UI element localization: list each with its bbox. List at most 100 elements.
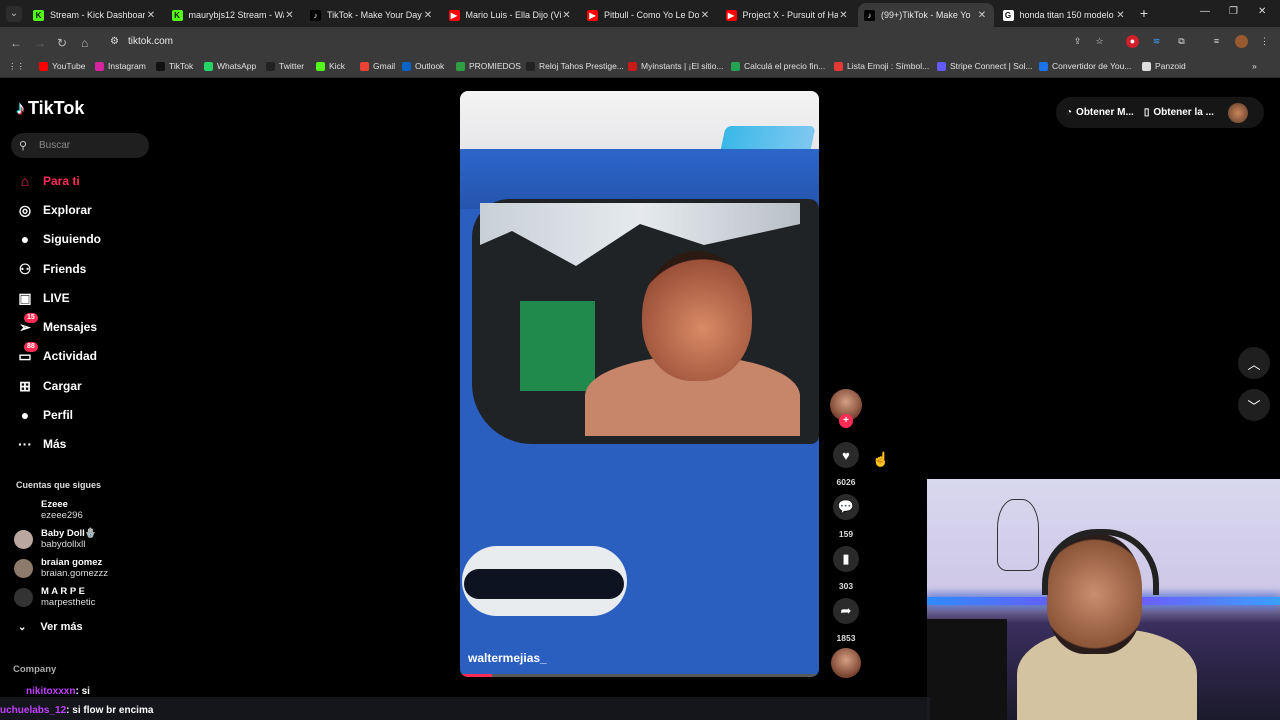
account-handle: ezeee296 [41,510,83,521]
browser-tab[interactable]: ▶ Pitbull - Como Yo Le Doy ✕ [581,3,717,27]
search-input[interactable] [37,139,141,152]
browser-tab[interactable]: K Stream - Kick Dashboard ✕ [27,3,163,27]
logo-text: TikTok [28,98,85,118]
tab-close-icon[interactable]: ✕ [284,10,296,21]
tab-close-icon[interactable]: ✕ [699,10,711,21]
chat-user: nikitoxxxn [26,686,76,697]
following-account[interactable]: M A R P Emarpesthetic [14,586,95,608]
bookmark-item[interactable]: Instagram [95,61,146,71]
heart-icon[interactable]: ♥ [833,442,859,468]
nav-item-cargar[interactable]: ⊞ Cargar [16,375,82,397]
browser-tab[interactable]: Ghonda titan 150 modelo ✕ [997,3,1133,27]
bookmark-item[interactable]: WhatsApp [204,61,256,71]
tab-close-icon[interactable]: ✕ [422,10,434,21]
previous-video-button[interactable]: ︿ [1238,347,1270,379]
tiktok-logo[interactable]: ♪ TikTok [16,98,84,119]
nav-item-para-ti[interactable]: ⌂ Para ti [16,170,80,192]
music-disc-avatar[interactable] [831,648,861,678]
bookmark-star-icon[interactable]: ☆ [1093,35,1106,48]
browser-tab[interactable]: ▶ Mario Luis - Ella Dijo (Vid ✕ [443,3,579,27]
video-progress-bar[interactable] [460,674,819,677]
tab-search-button[interactable]: ⌄ [6,6,22,22]
share-action[interactable]: ➦ 1853 [832,598,860,643]
get-app-button[interactable]: ▯ Obtener la ... [1144,107,1214,118]
close-window-icon[interactable]: ✕ [1258,6,1266,17]
following-account[interactable]: braian gomez braian.gomezzz [14,557,108,579]
bookmark-item[interactable]: Stripe Connect | Sol... [937,61,1033,71]
get-coins-button[interactable]: ◔ Obtener M... [1066,107,1134,118]
reload-icon[interactable]: ↻ [57,36,67,50]
nav-item-m-s[interactable]: ··· Más [16,433,66,455]
new-tab-button[interactable]: + [1136,5,1152,21]
save-action[interactable]: ▮ 303 [832,546,860,591]
user-avatar[interactable] [1227,102,1248,123]
tab-list-icon[interactable]: ≡ [1210,35,1223,48]
comment-icon[interactable]: 💬 [833,494,859,520]
browser-menu-icon[interactable]: ⋮ [1258,35,1271,48]
bookmark-item[interactable]: Myinstants | ¡El sitio... [628,61,724,71]
nav-item-live[interactable]: ▣ LIVE [16,287,69,309]
extensions-icon[interactable]: ⧉ [1175,35,1188,48]
bookmark-item[interactable]: YouTube [39,61,85,71]
extension-red-icon[interactable]: ● [1126,35,1139,48]
bookmark-item[interactable]: Kick [316,61,345,71]
minimize-icon[interactable]: — [1200,6,1210,17]
nav-item-perfil[interactable]: ● Perfil [16,404,73,426]
install-app-icon[interactable]: ⇪ [1071,35,1084,48]
search-box[interactable]: ⚲ [11,133,149,158]
bookmark-item[interactable]: Outlook [402,61,444,71]
account-avatar [14,558,33,578]
bookmark-icon[interactable]: ▮ [833,546,859,572]
bookmark-item[interactable]: TikTok [156,61,193,71]
video-author[interactable]: waltermejias_ [468,651,547,665]
bookmark-favicon-icon [402,61,411,71]
profile-avatar-icon[interactable] [1235,35,1248,48]
following-account[interactable]: Ezeee ezeee296 [14,499,83,521]
see-more-button[interactable]: ⌄ Ver más [18,621,83,633]
tab-close-icon[interactable]: ✕ [145,10,157,21]
tab-close-icon[interactable]: ✕ [976,10,988,21]
restore-icon[interactable]: ❐ [1229,6,1238,17]
nav-item-friends[interactable]: ⚇ Friends [16,258,87,280]
bookmark-item[interactable]: Calculá el precio fin... [731,61,825,71]
home-browser-icon[interactable]: ⌂ [81,36,88,50]
following-account[interactable]: Baby Doll🪬 babydollxll [14,528,97,550]
browser-tab[interactable]: Kmaurybjs12 Stream - Wat ✕ [166,3,302,27]
bookmark-item[interactable]: Lista Emoji : Símbol... [834,61,929,71]
site-info-icon[interactable]: ⚙ [110,36,119,47]
video-player[interactable]: waltermejias_ [460,91,819,677]
bookmark-item[interactable]: Reloj Tahos Prestige... [526,61,624,71]
bookmark-favicon-icon [266,61,275,71]
nav-item-explorar[interactable]: ◎ Explorar [16,199,92,221]
like-action[interactable]: ♥ 6026 [832,442,860,487]
bookmark-label: Outlook [415,61,445,71]
browser-tab[interactable]: ▶ Project X - Pursuit of Hap ✕ [720,3,856,27]
company-link[interactable]: Company [13,664,56,675]
url-text[interactable]: tiktok.com [128,36,173,47]
comment-action[interactable]: 💬 159 [832,494,860,539]
browser-tab[interactable]: ♪ (99+)TikTok - Make Yo ✕ [858,3,994,27]
tab-close-icon[interactable]: ✕ [561,10,573,21]
tab-title: Mario Luis - Ella Dijo (Vid [465,10,561,20]
nav-item-actividad[interactable]: ▭ 88 Actividad [16,342,97,367]
browser-tab[interactable]: ♪ TikTok - Make Your Day ✕ [304,3,440,27]
bookmark-item[interactable]: Panzoid [1142,61,1186,71]
nav-item-mensajes[interactable]: ➢ 15 Mensajes [16,313,97,338]
tab-close-icon[interactable]: ✕ [838,10,850,21]
tab-title: honda titan 150 modelo [1019,10,1114,20]
extension-wave-icon[interactable]: ≋ [1150,35,1163,48]
next-video-button[interactable]: ﹀ [1238,389,1270,421]
bookmark-item[interactable]: Gmail [360,61,395,71]
forward-icon[interactable]: → [34,36,46,50]
bookmark-item[interactable]: Twitter [266,61,304,71]
back-icon[interactable]: ← [10,36,22,50]
nav-item-siguiendo[interactable]: ● Siguiendo [16,228,101,250]
share-icon[interactable]: ➦ [833,598,859,624]
bookmark-item[interactable]: Convertidor de You... [1039,61,1131,71]
follow-plus-icon[interactable]: + [839,414,853,428]
apps-grid-icon[interactable]: ⋮⋮ [8,61,25,72]
chevron-up-icon: ︿ [1247,356,1261,372]
bookmarks-overflow-icon[interactable]: » [1252,61,1257,71]
bookmark-item[interactable]: PROMIEDOS [456,61,521,71]
tab-close-icon[interactable]: ✕ [1115,10,1127,21]
